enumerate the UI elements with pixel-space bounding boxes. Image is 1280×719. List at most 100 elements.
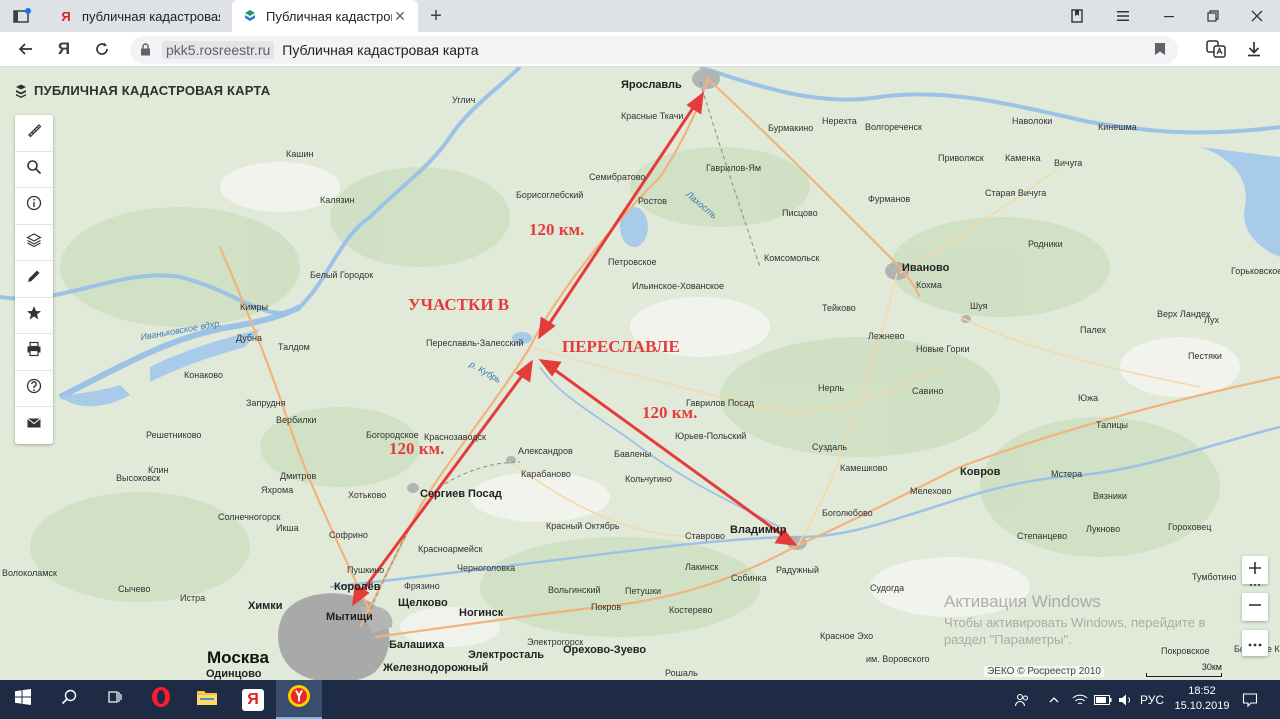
- yandex-browser-icon: [287, 684, 311, 713]
- place-label: Москва: [207, 648, 269, 667]
- lock-icon[interactable]: [140, 43, 154, 57]
- bookmark-icon[interactable]: [1154, 42, 1166, 59]
- place-label: Электрогорск: [527, 637, 584, 647]
- place-label: Борисоглебский: [516, 190, 584, 200]
- place-label: Красные Ткачи: [621, 111, 684, 121]
- language-indicator[interactable]: РУС: [1140, 680, 1164, 719]
- zoom-in-button[interactable]: [1242, 556, 1268, 584]
- place-label: Вербилки: [276, 415, 317, 425]
- place-label: Степанцево: [1017, 531, 1068, 541]
- tool-measure[interactable]: [15, 115, 53, 152]
- task-view-button[interactable]: [92, 680, 138, 719]
- restore-icon[interactable]: [1190, 0, 1236, 32]
- place-label: Ногинск: [459, 607, 504, 619]
- place-label: Карабаново: [521, 469, 571, 479]
- info-icon: [26, 195, 42, 216]
- translate-icon[interactable]: [1202, 35, 1230, 63]
- taskbar-yandex-browser[interactable]: [276, 680, 322, 719]
- folder-icon: [196, 688, 218, 711]
- minimize-icon[interactable]: [1146, 0, 1192, 32]
- taskbar-opera[interactable]: [138, 680, 184, 719]
- taskbar-clock[interactable]: 18:52 15.10.2019: [1172, 684, 1232, 714]
- rosreestr-logo-icon: [14, 84, 28, 98]
- zoom-out-button[interactable]: [1242, 593, 1268, 621]
- place-label: Красный Октябрь: [546, 521, 620, 531]
- place-label: Радужный: [776, 565, 820, 575]
- tool-info[interactable]: [15, 188, 53, 225]
- place-label: Кимры: [240, 302, 268, 312]
- collections-icon[interactable]: [1054, 0, 1100, 32]
- place-label: Софрино: [329, 530, 368, 540]
- tabs-overview-icon[interactable]: [12, 6, 32, 26]
- tool-help[interactable]: [15, 371, 53, 407]
- taskbar-explorer[interactable]: [184, 680, 230, 719]
- watermark-title: Активация Windows: [944, 592, 1101, 611]
- place-label: Каменка: [1005, 153, 1041, 163]
- place-label: Ковров: [960, 466, 1001, 478]
- menu-icon[interactable]: [1100, 0, 1146, 32]
- place-label: Собинка: [731, 573, 767, 583]
- tray-chevron-icon[interactable]: [1048, 680, 1060, 719]
- tool-mail[interactable]: [15, 407, 53, 444]
- place-label: Углич: [452, 95, 476, 105]
- place-label: Сергиев Посад: [420, 488, 502, 500]
- tab-cadastral-search[interactable]: Я публичная кадастровая ка: [48, 0, 230, 32]
- close-window-icon[interactable]: [1234, 0, 1280, 32]
- yandex-app-icon: Я: [242, 688, 264, 711]
- people-icon[interactable]: [1014, 680, 1030, 719]
- place-label: Нерль: [818, 383, 845, 393]
- place-label: Щелково: [398, 597, 448, 609]
- downloads-icon[interactable]: [1240, 35, 1268, 63]
- place-label: Электросталь: [468, 649, 545, 661]
- tool-favorites[interactable]: [15, 298, 53, 334]
- url-bar[interactable]: pkk5.rosreestr.ru Публичная кадастровая …: [130, 36, 1178, 64]
- windows-activation-watermark: Активация Windows Чтобы активировать Win…: [944, 592, 1234, 648]
- place-label: Тумботино: [1192, 572, 1237, 582]
- place-label: Кольчугино: [625, 474, 672, 484]
- place-label: Наволоки: [1012, 116, 1053, 126]
- reload-icon[interactable]: [88, 35, 116, 63]
- start-button[interactable]: [0, 680, 46, 719]
- place-label: Лакинск: [685, 562, 719, 572]
- tab-cadastral-map[interactable]: Публичная кадастровая ✕: [232, 0, 418, 32]
- place-label: Кашин: [286, 149, 314, 159]
- back-icon[interactable]: [12, 35, 40, 63]
- place-label: Калязин: [320, 195, 355, 205]
- wifi-icon[interactable]: [1072, 680, 1088, 719]
- plots-label-line1: УЧАСТКИ В: [408, 295, 510, 314]
- place-label: Ростов: [638, 196, 667, 206]
- mail-icon: [26, 415, 42, 436]
- search-icon: [61, 689, 77, 710]
- tab-label: публичная кадастровая ка: [82, 8, 220, 24]
- taskbar-yandex[interactable]: Я: [230, 680, 276, 719]
- windows-taskbar: Я РУС 18:52 15.10.2019: [0, 680, 1280, 719]
- more-options-button[interactable]: [1242, 630, 1268, 656]
- place-label: Бурмакино: [768, 123, 814, 133]
- place-label: Нерехта: [822, 116, 857, 126]
- tool-search[interactable]: [15, 152, 53, 188]
- close-tab-icon[interactable]: ✕: [392, 8, 408, 25]
- place-label: Комсомольск: [764, 253, 820, 263]
- yandex-home-icon[interactable]: Я: [50, 35, 78, 63]
- tool-layers[interactable]: [15, 225, 53, 261]
- browser-addressbar: Я pkk5.rosreestr.ru Публичная кадастрова…: [0, 32, 1280, 67]
- place-label: Бавлены: [614, 449, 652, 459]
- place-label: Дмитров: [280, 471, 317, 481]
- place-label: Кинешма: [1098, 122, 1137, 132]
- pencil-icon: [26, 268, 42, 289]
- place-label: Кохма: [916, 280, 942, 290]
- tool-draw[interactable]: [15, 261, 53, 298]
- place-label: Фрязино: [404, 581, 440, 591]
- notifications-icon[interactable]: [1242, 680, 1258, 719]
- watermark-text: Чтобы активировать Windows, перейдите в …: [944, 615, 1206, 647]
- cadastral-map[interactable]: Ярославль Ростов Иваново Владимир Москва…: [0, 67, 1280, 680]
- place-label: Конаково: [184, 370, 223, 380]
- place-label: Владимир: [730, 524, 787, 536]
- new-tab-button[interactable]: +: [424, 4, 448, 28]
- battery-icon[interactable]: [1094, 680, 1112, 719]
- tool-print[interactable]: [15, 334, 53, 371]
- place-label: Мытищи: [326, 611, 373, 623]
- place-label: Истра: [180, 593, 206, 603]
- search-button[interactable]: [46, 680, 92, 719]
- volume-icon[interactable]: [1118, 680, 1134, 719]
